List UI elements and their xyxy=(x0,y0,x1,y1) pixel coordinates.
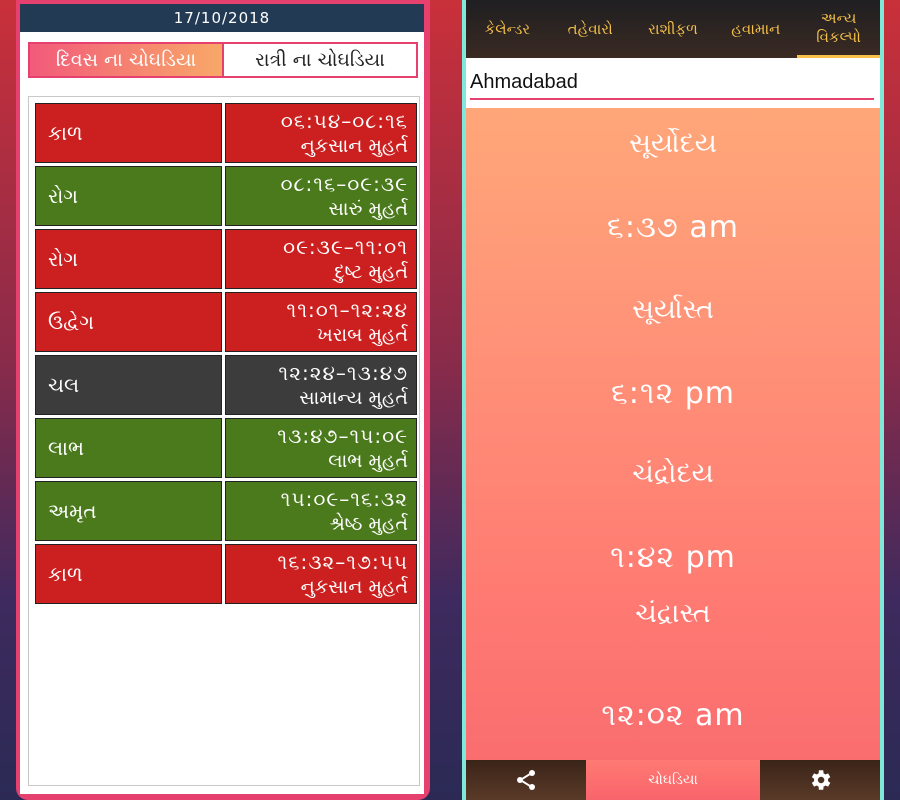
time-range: ૧૨:૨૪–૧૩:૪૭ xyxy=(278,360,408,385)
time-range: ૦૮:૧૬–૦૯:૩૯ xyxy=(280,171,408,196)
muhurt-quality: શ્રેષ્ઠ મુહર્ત xyxy=(329,512,408,535)
sunset-label: સૂર્યાસ્ત xyxy=(632,294,714,325)
moonset-value: ૧૨:૦૨ am xyxy=(601,698,745,733)
share-icon xyxy=(517,770,535,790)
choghadiya-time-cell: ૧૬:૩૨–૧૭:૫૫ નુકસાન મુહર્ત xyxy=(225,544,417,604)
muhurt-quality: દુષ્ટ મુહર્ત xyxy=(334,260,408,283)
table-row[interactable]: રોગ ૦૮:૧૬–૦૯:૩૯ સારું મુહર્ત xyxy=(35,166,417,226)
muhurt-quality: નુકસાન મુહર્ત xyxy=(300,575,408,598)
table-row[interactable]: લાભ ૧૩:૪૭–૧૫:૦૯ લાભ મુહર્ત xyxy=(35,418,417,478)
sunset-value: ૬:૧૨ pm xyxy=(610,376,736,411)
time-range: ૦૬:૫૪–૦૮:૧૬ xyxy=(280,108,408,133)
choghadiya-time-cell: ૧૩:૪૭–૧૫:૦૯ લાભ મુહર્ત xyxy=(225,418,417,478)
tab-night-choghadiya[interactable]: રાત્રી ના ચોઘડિયા xyxy=(222,44,416,76)
moonrise-value: ૧:૪૨ pm xyxy=(610,540,736,575)
date-label: 17/10/2018 xyxy=(173,9,271,27)
muhurt-quality: લાભ મુહર્ત xyxy=(328,449,408,472)
tab-calendar[interactable]: કેલેન્ડર xyxy=(466,0,549,58)
choghadiya-time-cell: ૦૮:૧૬–૦૯:૩૯ સારું મુહર્ત xyxy=(225,166,417,226)
settings-button[interactable] xyxy=(760,760,880,800)
choghadiya-time-cell: ૦૬:૫૪–૦૮:૧૬ નુકસાન મુહર્ત xyxy=(225,103,417,163)
choghadiya-name: કાળ xyxy=(35,103,222,163)
table-row[interactable]: ચલ ૧૨:૨૪–૧૩:૪૭ સામાન્ય મુહર્ત xyxy=(35,355,417,415)
table-row[interactable]: કાળ ૧૬:૩૨–૧૭:૫૫ નુકસાન મુહર્ત xyxy=(35,544,417,604)
city-input[interactable] xyxy=(470,66,874,100)
time-range: ૧૫:૦૯–૧૬:૩૨ xyxy=(280,486,408,511)
table-row[interactable]: ઉદ્વેગ ૧૧:૦૧–૧૨:૨૪ ખરાબ મુહર્ત xyxy=(35,292,417,352)
sunrise-label: સૂર્યોદય xyxy=(629,128,717,159)
choghadiya-name: ઉદ્વેગ xyxy=(35,292,222,352)
time-range: ૧૧:૦૧–૧૨:૨૪ xyxy=(286,297,408,322)
time-range: ૧૩:૪૭–૧૫:૦૯ xyxy=(277,423,408,448)
choghadiya-screen: 17/10/2018 દિવસ ના ચોઘડિયા રાત્રી ના ચોઘ… xyxy=(20,4,424,794)
choghadiya-name: કાળ xyxy=(35,544,222,604)
choghadiya-time-cell: ૦૯:૩૯–૧૧:૦૧ દુષ્ટ મુહર્ત xyxy=(225,229,417,289)
top-nav: કેલેન્ડર તહેવારો રાશીફળ હવામાન અન્ય વિકલ… xyxy=(466,0,880,58)
choghadiya-time-cell: ૧૧:૦૧–૧૨:૨૪ ખરાબ મુહર્ત xyxy=(225,292,417,352)
right-phone-frame: કેલેન્ડર તહેવારો રાશીફળ હવામાન અન્ય વિકલ… xyxy=(462,0,884,800)
city-bar xyxy=(466,58,880,108)
share-button[interactable] xyxy=(466,760,586,800)
choghadiya-name: ચલ xyxy=(35,355,222,415)
choghadiya-name: લાભ xyxy=(35,418,222,478)
choghadiya-time-cell: ૧૨:૨૪–૧૩:૪૭ સામાન્ય મુહર્ત xyxy=(225,355,417,415)
choghadiya-name: અમૃત xyxy=(35,481,222,541)
gear-icon xyxy=(811,770,831,790)
period-tabs: દિવસ ના ચોઘડિયા રાત્રી ના ચોઘડિયા xyxy=(28,42,418,78)
moonrise-label: ચંદ્રોદય xyxy=(632,458,714,489)
choghadiya-button[interactable]: ચોઘડિયા xyxy=(586,760,760,800)
tab-weather[interactable]: હવામાન xyxy=(714,0,797,58)
table-row[interactable]: રોગ ૦૯:૩૯–૧૧:૦૧ દુષ્ટ મુહર્ત xyxy=(35,229,417,289)
muhurt-quality: સારું મુહર્ત xyxy=(328,197,408,220)
choghadiya-table-box: કાળ ૦૬:૫૪–૦૮:૧૬ નુકસાન મુહર્ત રોગ ૦૮:૧૬–… xyxy=(28,96,420,786)
bottom-bar: ચોઘડિયા xyxy=(466,760,880,800)
table-row[interactable]: કાળ ૦૬:૫૪–૦૮:૧૬ નુકસાન મુહર્ત xyxy=(35,103,417,163)
time-range: ૦૯:૩૯–૧૧:૦૧ xyxy=(283,234,408,259)
choghadiya-name: રોગ xyxy=(35,166,222,226)
choghadiya-name: રોગ xyxy=(35,229,222,289)
tab-horoscope[interactable]: રાશીફળ xyxy=(632,0,715,58)
tab-other-options[interactable]: અન્ય વિકલ્પો xyxy=(797,0,880,58)
sun-moon-screen: કેલેન્ડર તહેવારો રાશીફળ હવામાન અન્ય વિકલ… xyxy=(466,0,880,800)
tab-day-choghadiya[interactable]: દિવસ ના ચોઘડિયા xyxy=(30,44,222,76)
moonset-label: ચંદ્રાસ્ત xyxy=(635,598,711,629)
choghadiya-table: કાળ ૦૬:૫૪–૦૮:૧૬ નુકસાન મુહર્ત રોગ ૦૮:૧૬–… xyxy=(35,103,417,604)
sunrise-value: ૬:૩૭ am xyxy=(607,210,739,245)
sun-moon-list: સૂર્યોદય ૬:૩૭ am સૂર્યાસ્ત ૬:૧૨ pm ચંદ્ર… xyxy=(466,108,880,760)
left-phone-frame: 17/10/2018 દિવસ ના ચોઘડિયા રાત્રી ના ચોઘ… xyxy=(16,0,430,800)
table-row[interactable]: અમૃત ૧૫:૦૯–૧૬:૩૨ શ્રેષ્ઠ મુહર્ત xyxy=(35,481,417,541)
muhurt-quality: નુકસાન મુહર્ત xyxy=(300,134,408,157)
time-range: ૧૬:૩૨–૧૭:૫૫ xyxy=(277,549,408,574)
tab-festivals[interactable]: તહેવારો xyxy=(549,0,632,58)
muhurt-quality: સામાન્ય મુહર્ત xyxy=(299,386,408,409)
muhurt-quality: ખરાબ મુહર્ત xyxy=(317,323,408,346)
date-bar: 17/10/2018 xyxy=(20,4,424,32)
choghadiya-time-cell: ૧૫:૦૯–૧૬:૩૨ શ્રેષ્ઠ મુહર્ત xyxy=(225,481,417,541)
